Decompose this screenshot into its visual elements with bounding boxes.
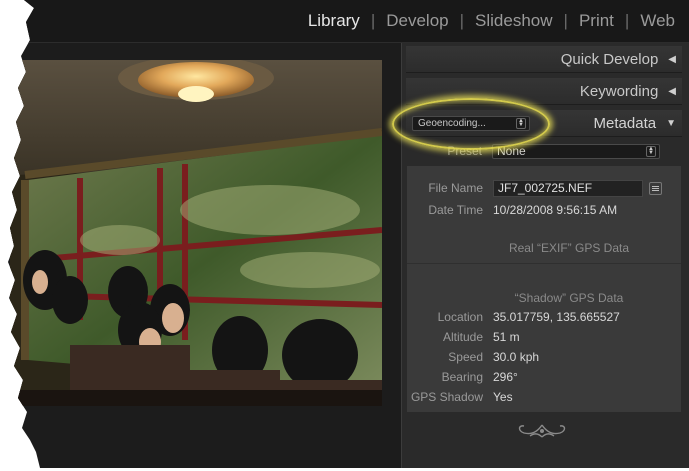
- bearing-value: 296°: [493, 370, 518, 384]
- location-label: Location: [437, 310, 483, 324]
- file-name-row: File Name JF7_002725.NEF: [407, 178, 683, 198]
- gps-shadow-value: Yes: [493, 390, 513, 404]
- gps-shadow-label: GPS Shadow: [410, 390, 483, 404]
- date-time-value: 10/28/2008 9:56:15 AM: [493, 203, 618, 217]
- nav-separator: |: [563, 11, 568, 30]
- speed-label: Speed: [448, 350, 483, 364]
- collapse-left-icon: ◀: [668, 85, 676, 97]
- nav-separator: |: [624, 11, 630, 30]
- stepper-icon: ▲ ▼: [646, 145, 656, 157]
- right-panel: Quick Develop ◀ Keywording ◀ Geoencoding…: [401, 43, 689, 468]
- module-print[interactable]: Print: [579, 11, 614, 31]
- preset-dropdown[interactable]: None ▲ ▼: [492, 143, 660, 159]
- module-develop[interactable]: Develop: [386, 11, 448, 31]
- quick-develop-header[interactable]: Quick Develop ◀: [406, 46, 682, 73]
- stepper-icon: ▲ ▼: [516, 117, 526, 129]
- metadata-set-dropdown[interactable]: Geoencoding... ▲ ▼: [412, 115, 530, 131]
- file-name-value: JF7_002725.NEF: [498, 181, 593, 195]
- bearing-label: Bearing: [441, 370, 483, 384]
- shadow-gps-heading: “Shadow” GPS Data: [514, 291, 624, 305]
- nav-separator: |: [370, 11, 376, 30]
- photo-preview[interactable]: [10, 60, 382, 406]
- expand-down-icon: ▼: [666, 117, 676, 129]
- nav-separator: |: [459, 11, 465, 30]
- module-web[interactable]: Web: [640, 11, 675, 31]
- module-library[interactable]: Library: [308, 11, 360, 31]
- list-icon[interactable]: [649, 181, 662, 195]
- speed-value: 30.0 kph: [493, 350, 540, 364]
- metadata-toggle[interactable]: Metadata ▼: [594, 115, 676, 132]
- preset-value: None: [497, 144, 526, 158]
- lightroom-window: Library | Develop | Slideshow | Print | …: [8, 0, 689, 468]
- location-row: Location 35.017759, 135.665527: [407, 307, 683, 327]
- speed-row: Speed 30.0 kph: [407, 347, 683, 367]
- metadata-header: Geoencoding... ▲ ▼ Metadata ▼: [406, 110, 682, 137]
- quick-develop-label: Quick Develop: [560, 50, 659, 68]
- train-interior-photo: [10, 60, 382, 406]
- preset-row: Preset None ▲ ▼: [406, 140, 682, 162]
- altitude-value: 51 m: [493, 330, 520, 344]
- altitude-label: Altitude: [442, 330, 483, 344]
- date-time-label: Date Time: [428, 203, 483, 217]
- file-name-field[interactable]: JF7_002725.NEF: [493, 179, 643, 197]
- gps-shadow-row: GPS Shadow Yes: [407, 387, 683, 407]
- module-picker: Library | Develop | Slideshow | Print | …: [8, 0, 689, 42]
- module-slideshow[interactable]: Slideshow: [475, 11, 553, 31]
- bearing-row: Bearing 296°: [407, 367, 683, 387]
- altitude-row: Altitude 51 m: [407, 327, 683, 347]
- preset-label: Preset: [447, 144, 482, 158]
- date-time-row: Date Time 10/28/2008 9:56:15 AM: [407, 200, 683, 220]
- keywording-header[interactable]: Keywording ◀: [406, 78, 682, 105]
- file-name-label: File Name: [428, 181, 483, 195]
- metadata-fields: File Name JF7_002725.NEF Date Time 10/28…: [406, 165, 682, 413]
- collapse-left-icon: ◀: [668, 53, 676, 65]
- exif-gps-heading: Real “EXIF” GPS Data: [508, 241, 630, 255]
- panel-end-ornament-icon: [518, 424, 566, 438]
- keywording-label: Keywording: [579, 82, 659, 100]
- section-divider: [407, 263, 681, 264]
- location-value: 35.017759, 135.665527: [493, 310, 620, 324]
- metadata-set-value: Geoencoding...: [418, 117, 486, 129]
- metadata-label: Metadata: [593, 114, 657, 132]
